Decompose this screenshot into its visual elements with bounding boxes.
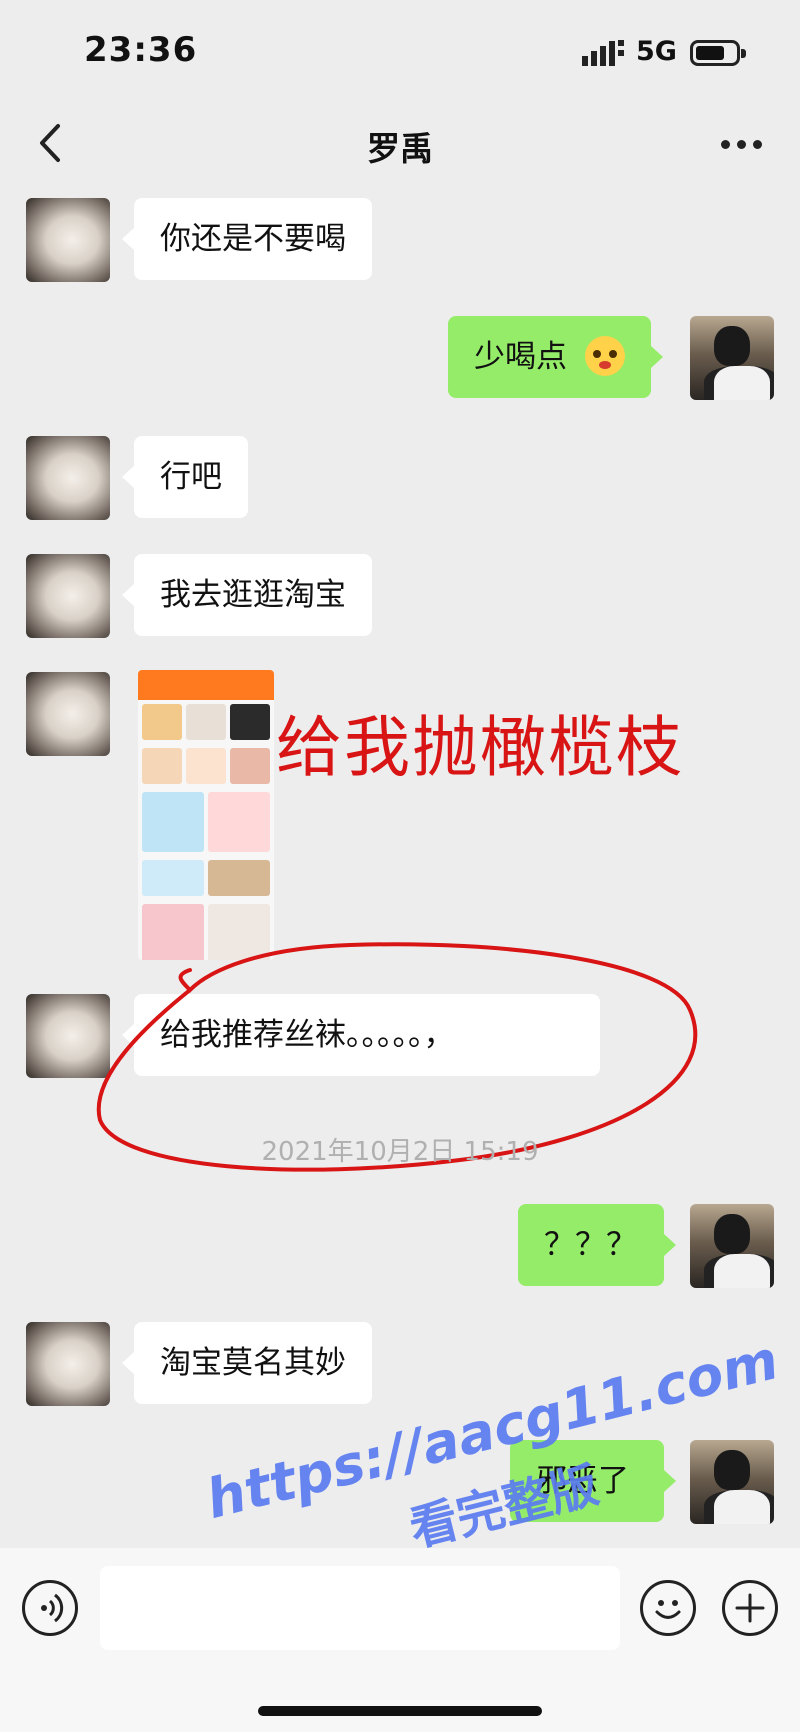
- my-avatar[interactable]: [690, 1204, 774, 1288]
- plus-icon[interactable]: [722, 1580, 778, 1636]
- voice-input-icon[interactable]: [22, 1580, 78, 1636]
- network-type: 5G: [636, 36, 677, 67]
- message-list[interactable]: 你还是不要喝 少喝点 行吧 我去逛逛淘宝 给我推荐丝袜。。。。。， ？？？ 淘宝…: [0, 188, 800, 1548]
- my-avatar[interactable]: [690, 316, 774, 400]
- contact-avatar[interactable]: [26, 1322, 110, 1406]
- message-bubble-outgoing[interactable]: 邪恶了: [510, 1440, 676, 1522]
- battery-icon: [690, 40, 746, 66]
- screenshot-header: [138, 670, 274, 700]
- message-bubble-outgoing[interactable]: 少喝点: [448, 316, 663, 398]
- message-bubble-incoming[interactable]: 行吧: [122, 436, 248, 518]
- message-timestamp: 2021年10月2日 15:19: [261, 1137, 539, 1167]
- status-time: 23:36: [84, 30, 198, 70]
- annotation-text: 给我抛橄榄枝: [276, 709, 684, 786]
- message-bubble-incoming[interactable]: 淘宝莫名其妙: [122, 1322, 372, 1404]
- image-message-taobao-screenshot[interactable]: [138, 670, 274, 960]
- contact-avatar[interactable]: [26, 554, 110, 638]
- message-text: 少喝点: [474, 339, 567, 375]
- chat-title: 罗禹: [367, 129, 433, 168]
- home-indicator[interactable]: [258, 1706, 542, 1716]
- message-input[interactable]: [100, 1566, 620, 1650]
- message-bubble-incoming[interactable]: 给我推荐丝袜。。。。。，: [122, 994, 600, 1076]
- my-avatar[interactable]: [690, 1440, 774, 1524]
- contact-avatar[interactable]: [26, 436, 110, 520]
- message-bubble-outgoing[interactable]: ？？？: [518, 1204, 676, 1286]
- more-options-icon[interactable]: [721, 140, 762, 149]
- status-bar: 23:36 5G: [0, 0, 800, 100]
- input-bar: [0, 1548, 800, 1732]
- contact-avatar[interactable]: [26, 198, 110, 282]
- contact-avatar[interactable]: [26, 994, 110, 1078]
- signal-icon: [582, 40, 624, 66]
- contact-avatar[interactable]: [26, 672, 110, 756]
- pleading-face-emoji-icon: [585, 335, 625, 376]
- emoji-icon[interactable]: [640, 1580, 696, 1636]
- message-bubble-incoming[interactable]: 我去逛逛淘宝: [122, 554, 372, 636]
- message-bubble-incoming[interactable]: 你还是不要喝: [122, 198, 372, 280]
- chat-header: 罗禹: [0, 100, 800, 188]
